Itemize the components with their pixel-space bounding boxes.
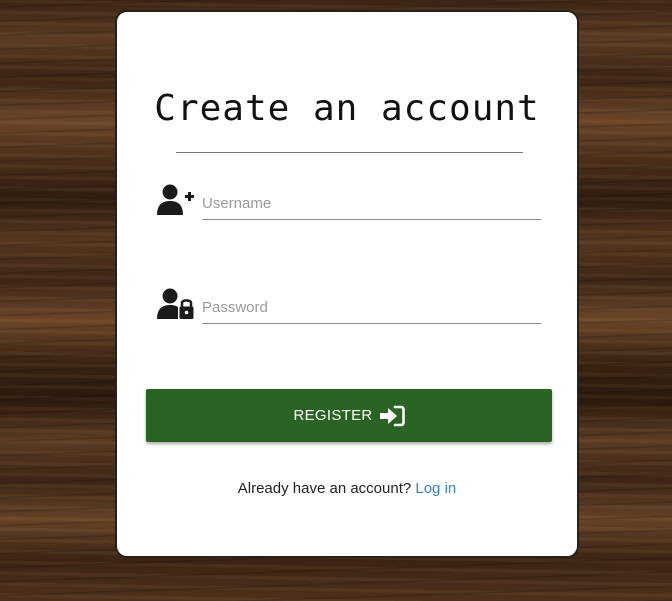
page-title: Create an account [154, 88, 540, 129]
password-field-group [157, 284, 542, 334]
username-input[interactable] [202, 188, 541, 220]
title-divider [176, 152, 523, 153]
sign-in-icon [379, 405, 405, 426]
register-card: Create an account REGISTER Already have … [115, 10, 579, 558]
login-link[interactable]: Log in [415, 480, 456, 497]
password-input[interactable] [202, 292, 541, 324]
register-button-label: REGISTER [293, 407, 373, 424]
register-button[interactable]: REGISTER [146, 389, 552, 442]
username-field-group [157, 180, 542, 230]
user-lock-icon [157, 288, 194, 319]
login-prompt-text: Already have an account? [237, 480, 412, 497]
login-prompt: Already have an account? Log in [117, 480, 577, 497]
user-plus-icon [157, 184, 194, 215]
